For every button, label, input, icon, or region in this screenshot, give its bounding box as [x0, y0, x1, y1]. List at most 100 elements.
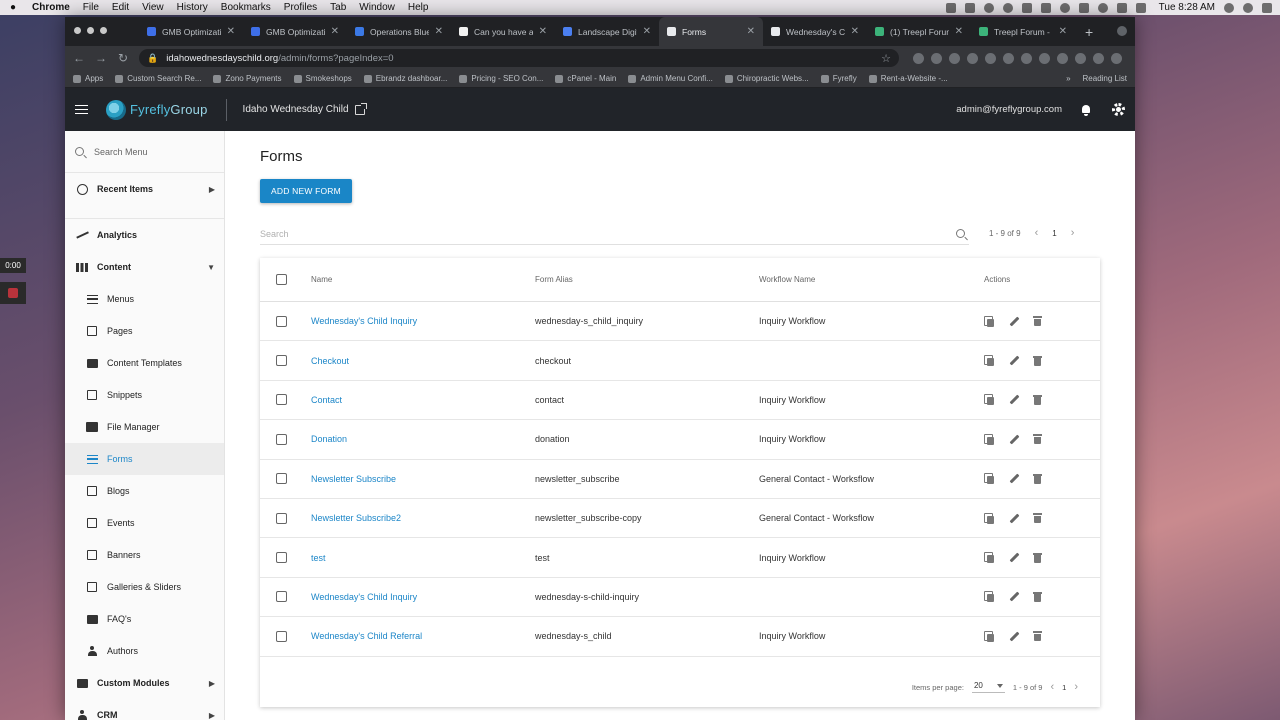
sidebar-item-faq-s[interactable]: FAQ's [65, 603, 224, 635]
tab-close-icon[interactable]: ✕ [747, 26, 755, 37]
screen-record-icon[interactable] [964, 2, 975, 13]
tab-close-icon[interactable]: ✕ [227, 26, 235, 37]
column-header-form-alias[interactable]: Form Alias [535, 275, 573, 284]
extension-icon[interactable] [985, 52, 996, 64]
menubar-edit[interactable]: Edit [112, 2, 129, 13]
notifications-bell-icon[interactable] [1080, 104, 1092, 116]
browser-tab[interactable]: GMB Optimizatio ✕ [243, 17, 347, 46]
bookmark-item[interactable]: Fyrefly [820, 74, 857, 83]
minimize-window-button[interactable] [87, 27, 94, 34]
battery-icon[interactable] [1116, 2, 1127, 13]
delete-trash-icon[interactable] [1033, 355, 1042, 366]
reading-list-button[interactable]: Reading List [1083, 74, 1127, 83]
sidebar-item-blogs[interactable]: Blogs [65, 475, 224, 507]
menubar-app-name[interactable]: Chrome [32, 2, 70, 13]
browser-tab[interactable]: Wednesday's Ch ✕ [763, 17, 867, 46]
settings-status-icon[interactable] [983, 2, 994, 13]
browser-tab[interactable]: Forms ✕ [659, 17, 763, 46]
edit-pencil-icon[interactable] [1008, 631, 1019, 642]
copy-icon[interactable] [984, 315, 994, 327]
next-page-icon[interactable]: › [1071, 227, 1075, 239]
edit-pencil-icon[interactable] [1008, 513, 1019, 524]
browser-tab[interactable]: Landscape Digit ✕ [555, 17, 659, 46]
play-icon[interactable] [1059, 2, 1070, 13]
next-page-icon[interactable]: › [1074, 681, 1078, 693]
location-icon[interactable] [945, 2, 956, 13]
forward-icon[interactable]: → [95, 51, 107, 65]
delete-trash-icon[interactable] [1033, 473, 1042, 484]
sidebar-item-file-manager[interactable]: File Manager [65, 411, 224, 443]
browser-menu-icon[interactable] [1111, 52, 1122, 64]
menubar-window[interactable]: Window [359, 2, 395, 13]
menubar-clock[interactable]: Tue 8:28 AM [1159, 2, 1215, 13]
bookmark-item[interactable]: Zono Payments [213, 74, 282, 83]
copy-icon[interactable] [984, 512, 994, 524]
back-icon[interactable]: ← [73, 51, 85, 65]
sidebar-item-banners[interactable]: Banners [65, 539, 224, 571]
browser-tab[interactable]: (1) Treepl Forum ✕ [867, 17, 971, 46]
extension-icon[interactable] [1021, 52, 1032, 64]
sidebar-item-content-templates[interactable]: Content Templates [65, 347, 224, 379]
menubar-view[interactable]: View [142, 2, 164, 13]
copy-icon[interactable] [984, 473, 994, 485]
menubar-bookmarks[interactable]: Bookmarks [221, 2, 271, 13]
site-name-link[interactable]: Idaho Wednesday Child [243, 102, 367, 115]
tab-close-icon[interactable]: ✕ [1059, 26, 1067, 37]
browser-tab[interactable]: Treepl Forum - ✕ [971, 17, 1075, 46]
prev-page-icon[interactable]: ‹ [1035, 227, 1039, 239]
stop-recording-button[interactable] [0, 282, 26, 304]
form-name-link[interactable]: Wednesday's Child Inquiry [311, 592, 417, 602]
sidebar-item-authors[interactable]: Authors [65, 635, 224, 667]
bookmark-item[interactable]: Smokeshops [293, 74, 352, 83]
user-email[interactable]: admin@fyreflygroup.com [956, 104, 1062, 115]
extensions-puzzle-icon[interactable] [1075, 52, 1086, 64]
column-header-workflow[interactable]: Workflow Name [759, 275, 815, 284]
browser-tab[interactable]: Can you have a ✕ [451, 17, 555, 46]
profile-avatar[interactable] [1093, 52, 1104, 64]
add-new-form-button[interactable]: ADD NEW FORM [260, 179, 352, 203]
tab-close-icon[interactable]: ✕ [331, 26, 339, 37]
copy-icon[interactable] [984, 355, 994, 367]
extension-icon[interactable] [913, 52, 924, 64]
bookmark-item[interactable]: Ebrandz dashboar... [363, 74, 447, 83]
tab-close-icon[interactable]: ✕ [955, 26, 963, 37]
edit-pencil-icon[interactable] [1008, 591, 1019, 602]
copy-icon[interactable] [984, 394, 994, 406]
delete-trash-icon[interactable] [1033, 316, 1042, 327]
sidebar-item-analytics[interactable]: Analytics [65, 219, 224, 251]
bookmark-item[interactable]: Pricing - SEO Con... [459, 74, 543, 83]
bookmark-item[interactable]: Chiropractic Webs... [724, 74, 809, 83]
bookmark-item[interactable]: Custom Search Re... [115, 74, 201, 83]
menubar-history[interactable]: History [177, 2, 208, 13]
menubar-profiles[interactable]: Profiles [284, 2, 317, 13]
extension-icon[interactable] [967, 52, 978, 64]
browser-tab[interactable]: Operations Blue ✕ [347, 17, 451, 46]
tab-close-icon[interactable]: ✕ [643, 26, 651, 37]
hamburger-menu-icon[interactable] [75, 104, 88, 115]
delete-trash-icon[interactable] [1033, 631, 1042, 642]
sidebar-item-galleries-sliders[interactable]: Galleries & Sliders [65, 571, 224, 603]
sidebar-item-pages[interactable]: Pages [65, 315, 224, 347]
copy-icon[interactable] [984, 591, 994, 603]
edit-pencil-icon[interactable] [1008, 355, 1019, 366]
1password-icon[interactable] [1002, 2, 1013, 13]
row-checkbox[interactable] [276, 394, 287, 406]
sidebar-item-events[interactable]: Events [65, 507, 224, 539]
edit-pencil-icon[interactable] [1008, 552, 1019, 563]
edit-pencil-icon[interactable] [1008, 434, 1019, 445]
drive-icon[interactable] [1021, 2, 1032, 13]
tab-close-icon[interactable]: ✕ [851, 26, 859, 37]
tab-close-icon[interactable]: ✕ [435, 26, 443, 37]
select-all-checkbox[interactable] [276, 274, 287, 285]
sidebar-item-custom-modules[interactable]: Custom Modules ▶ [65, 667, 224, 699]
search-icon[interactable] [956, 229, 965, 238]
delete-trash-icon[interactable] [1033, 591, 1042, 602]
edit-pencil-icon[interactable] [1008, 473, 1019, 484]
sidebar-item-snippets[interactable]: Snippets [65, 379, 224, 411]
edit-pencil-icon[interactable] [1008, 316, 1019, 327]
bookmark-star-icon[interactable]: ☆ [881, 52, 891, 65]
form-name-link[interactable]: Wednesday's Child Inquiry [311, 316, 417, 326]
bookmark-item[interactable]: Rent-a-Website -... [868, 74, 948, 83]
browser-tab[interactable]: GMB Optimizatio ✕ [139, 17, 243, 46]
items-per-page-select[interactable]: 20 [971, 681, 1005, 693]
